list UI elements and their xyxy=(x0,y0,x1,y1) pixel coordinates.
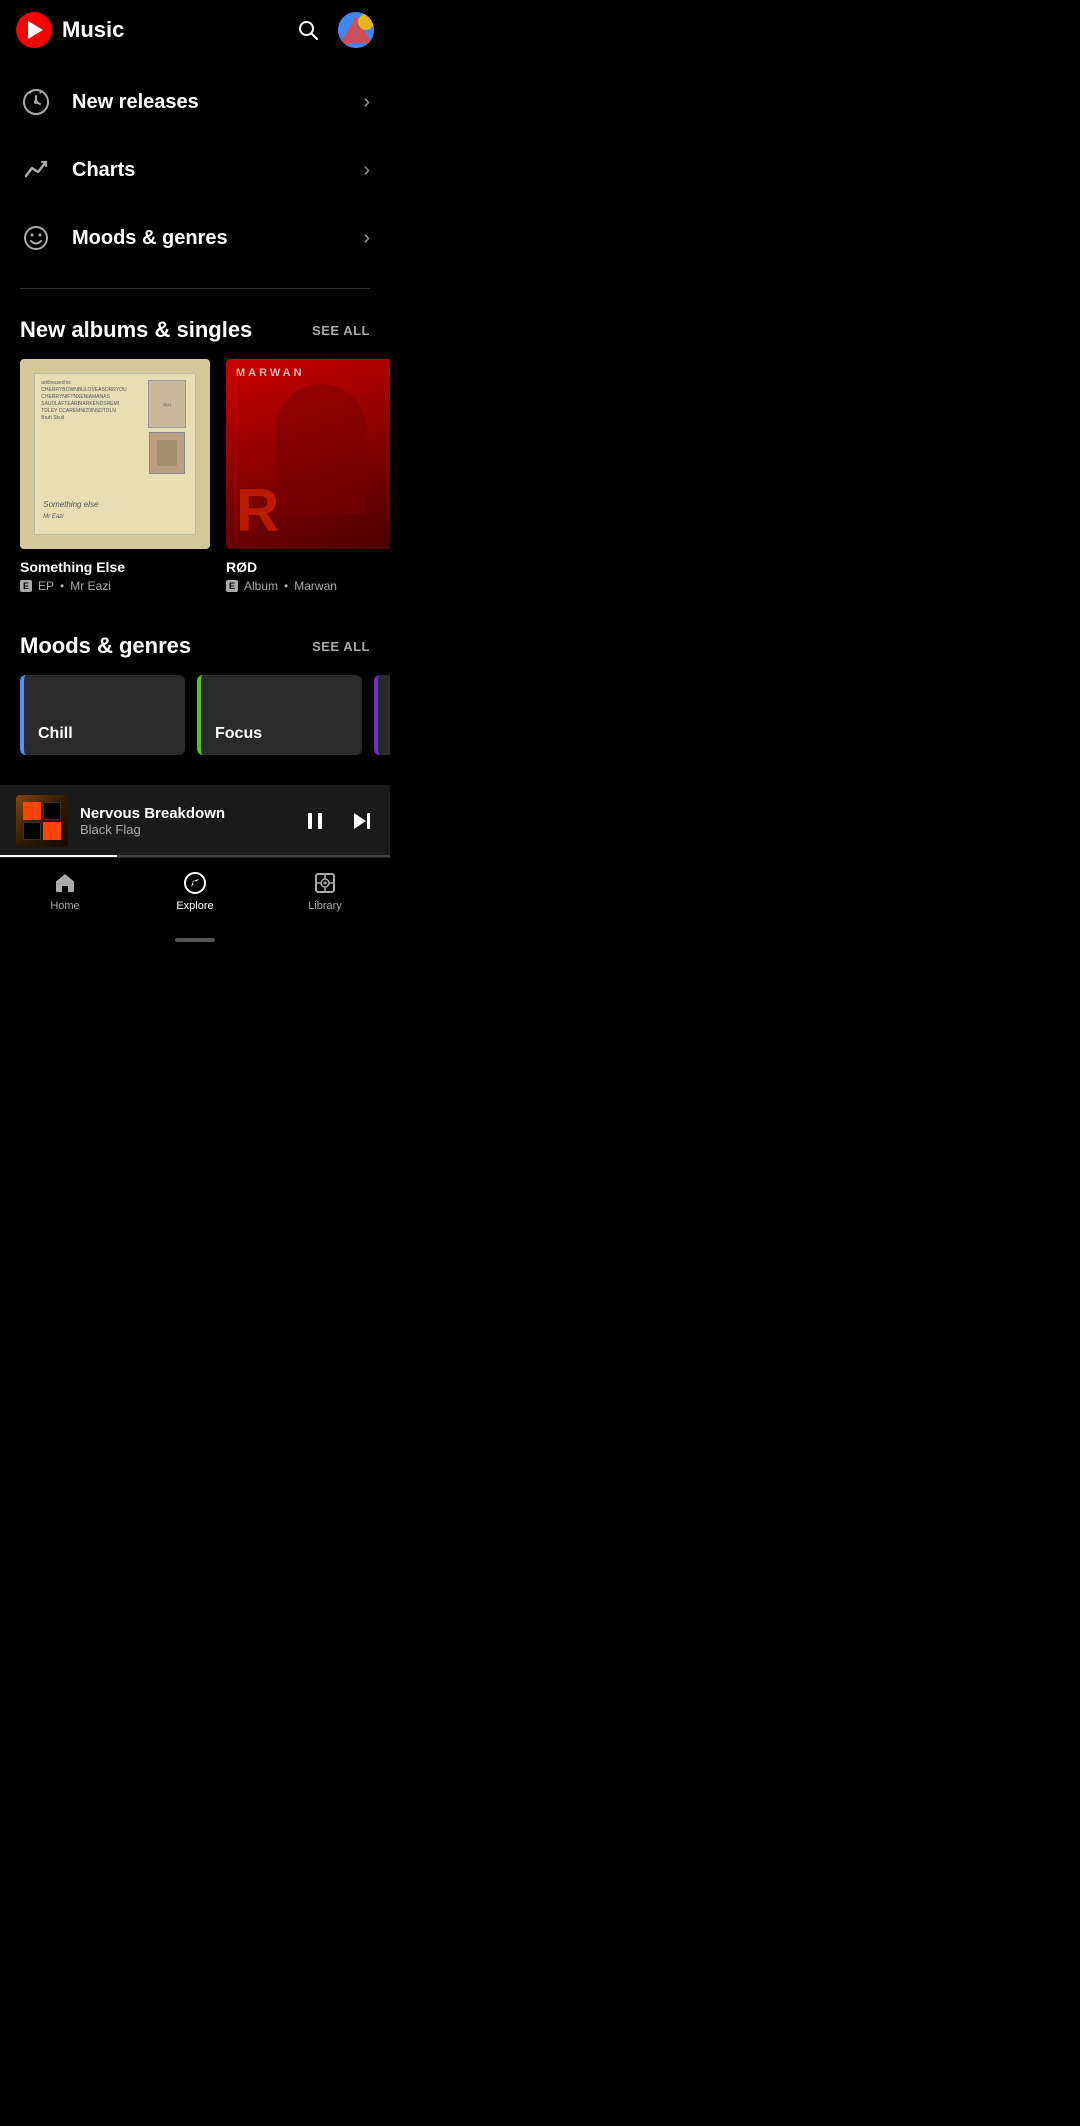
new-albums-see-all-button[interactable]: SEE ALL xyxy=(312,323,370,338)
chevron-right-icon: › xyxy=(363,159,370,182)
moods-genres-title: Moods & genres xyxy=(20,633,191,659)
explicit-badge: E xyxy=(226,580,238,592)
home-icon xyxy=(52,870,78,896)
new-releases-label: New releases xyxy=(72,91,199,114)
bottom-handle xyxy=(0,932,390,948)
nav-item-charts[interactable]: Charts › xyxy=(0,136,390,204)
header-right xyxy=(294,12,374,48)
charts-icon xyxy=(20,154,52,186)
tab-library-label: Library xyxy=(308,900,342,912)
header-left: Music xyxy=(16,12,124,48)
now-playing-controls xyxy=(302,808,374,834)
album-cover-something-else: addressed to: CHERRYBOWNBULOVEASORRYOU C… xyxy=(20,359,210,549)
moods-genres-label: Moods & genres xyxy=(72,227,228,250)
skip-next-button[interactable] xyxy=(348,808,374,834)
moods-see-all-button[interactable]: SEE ALL xyxy=(312,639,370,654)
explicit-badge: E xyxy=(20,580,32,592)
app-header: Music xyxy=(0,0,390,60)
album-cover-rod: MARWAN R xyxy=(226,359,390,549)
album-artist-something-else: Mr Eazi xyxy=(70,579,111,593)
mood-card-chill[interactable]: Chill xyxy=(20,675,185,755)
new-releases-icon xyxy=(20,86,52,118)
album-name-something-else: Something Else xyxy=(20,559,210,575)
now-playing-artist: Black Flag xyxy=(80,822,290,837)
tab-home[interactable]: Home xyxy=(30,870,100,912)
progress-bar xyxy=(0,855,390,857)
albums-scroll-container: addressed to: CHERRYBOWNBULOVEASORRYOU C… xyxy=(0,359,390,593)
pause-button[interactable] xyxy=(302,808,328,834)
user-avatar[interactable] xyxy=(338,12,374,48)
handle-bar xyxy=(175,938,215,942)
now-playing-thumbnail xyxy=(16,795,68,847)
album-artist-rod: Marwan xyxy=(294,579,337,593)
album-meta-something-else: E EP • Mr Eazi xyxy=(20,579,210,593)
album-meta-rod: E Album • Marwan xyxy=(226,579,390,593)
mood-label-chill: Chill xyxy=(38,725,73,743)
album-type-something-else: EP xyxy=(38,579,54,593)
new-albums-header: New albums & singles SEE ALL xyxy=(0,317,390,359)
app-logo xyxy=(16,12,52,48)
now-playing-bar[interactable]: Nervous Breakdown Black Flag xyxy=(0,785,390,857)
new-albums-title: New albums & singles xyxy=(20,317,252,343)
section-divider xyxy=(20,288,370,289)
bottom-navigation: Home Explore Library xyxy=(0,857,390,932)
charts-label: Charts xyxy=(72,159,135,182)
explore-icon xyxy=(182,870,208,896)
nav-item-new-releases[interactable]: New releases › xyxy=(0,68,390,136)
search-button[interactable] xyxy=(294,16,322,44)
mood-card-sleep[interactable]: Sleep xyxy=(374,675,390,755)
tab-explore-label: Explore xyxy=(176,900,213,912)
chevron-right-icon: › xyxy=(363,227,370,250)
album-type-rod: Album xyxy=(244,579,278,593)
album-name-rod: RØD xyxy=(226,559,390,575)
new-albums-section: New albums & singles SEE ALL addressed t… xyxy=(0,297,390,603)
now-playing-info: Nervous Breakdown Black Flag xyxy=(80,805,290,837)
tab-explore[interactable]: Explore xyxy=(160,870,230,912)
tab-home-label: Home xyxy=(50,900,79,912)
nav-item-moods-genres[interactable]: Moods & genres › xyxy=(0,204,390,272)
progress-fill xyxy=(0,855,117,857)
app-title: Music xyxy=(62,17,124,43)
mood-card-focus[interactable]: Focus xyxy=(197,675,362,755)
chevron-right-icon: › xyxy=(363,91,370,114)
moods-genres-section: Moods & genres SEE ALL Chill Focus Sleep xyxy=(0,603,390,765)
album-card-rod[interactable]: MARWAN R RØD E Album • Marwan xyxy=(226,359,390,593)
moods-scroll-container: Chill Focus Sleep xyxy=(0,675,390,755)
play-triangle-icon xyxy=(28,21,43,39)
now-playing-title: Nervous Breakdown xyxy=(80,805,290,822)
tab-library[interactable]: Library xyxy=(290,870,360,912)
moods-genres-header: Moods & genres SEE ALL xyxy=(0,633,390,675)
moods-icon xyxy=(20,222,52,254)
album-card-something-else[interactable]: addressed to: CHERRYBOWNBULOVEASORRYOU C… xyxy=(20,359,210,593)
nav-list: New releases › Charts › xyxy=(0,60,390,280)
mood-label-focus: Focus xyxy=(215,725,262,743)
library-icon xyxy=(312,870,338,896)
